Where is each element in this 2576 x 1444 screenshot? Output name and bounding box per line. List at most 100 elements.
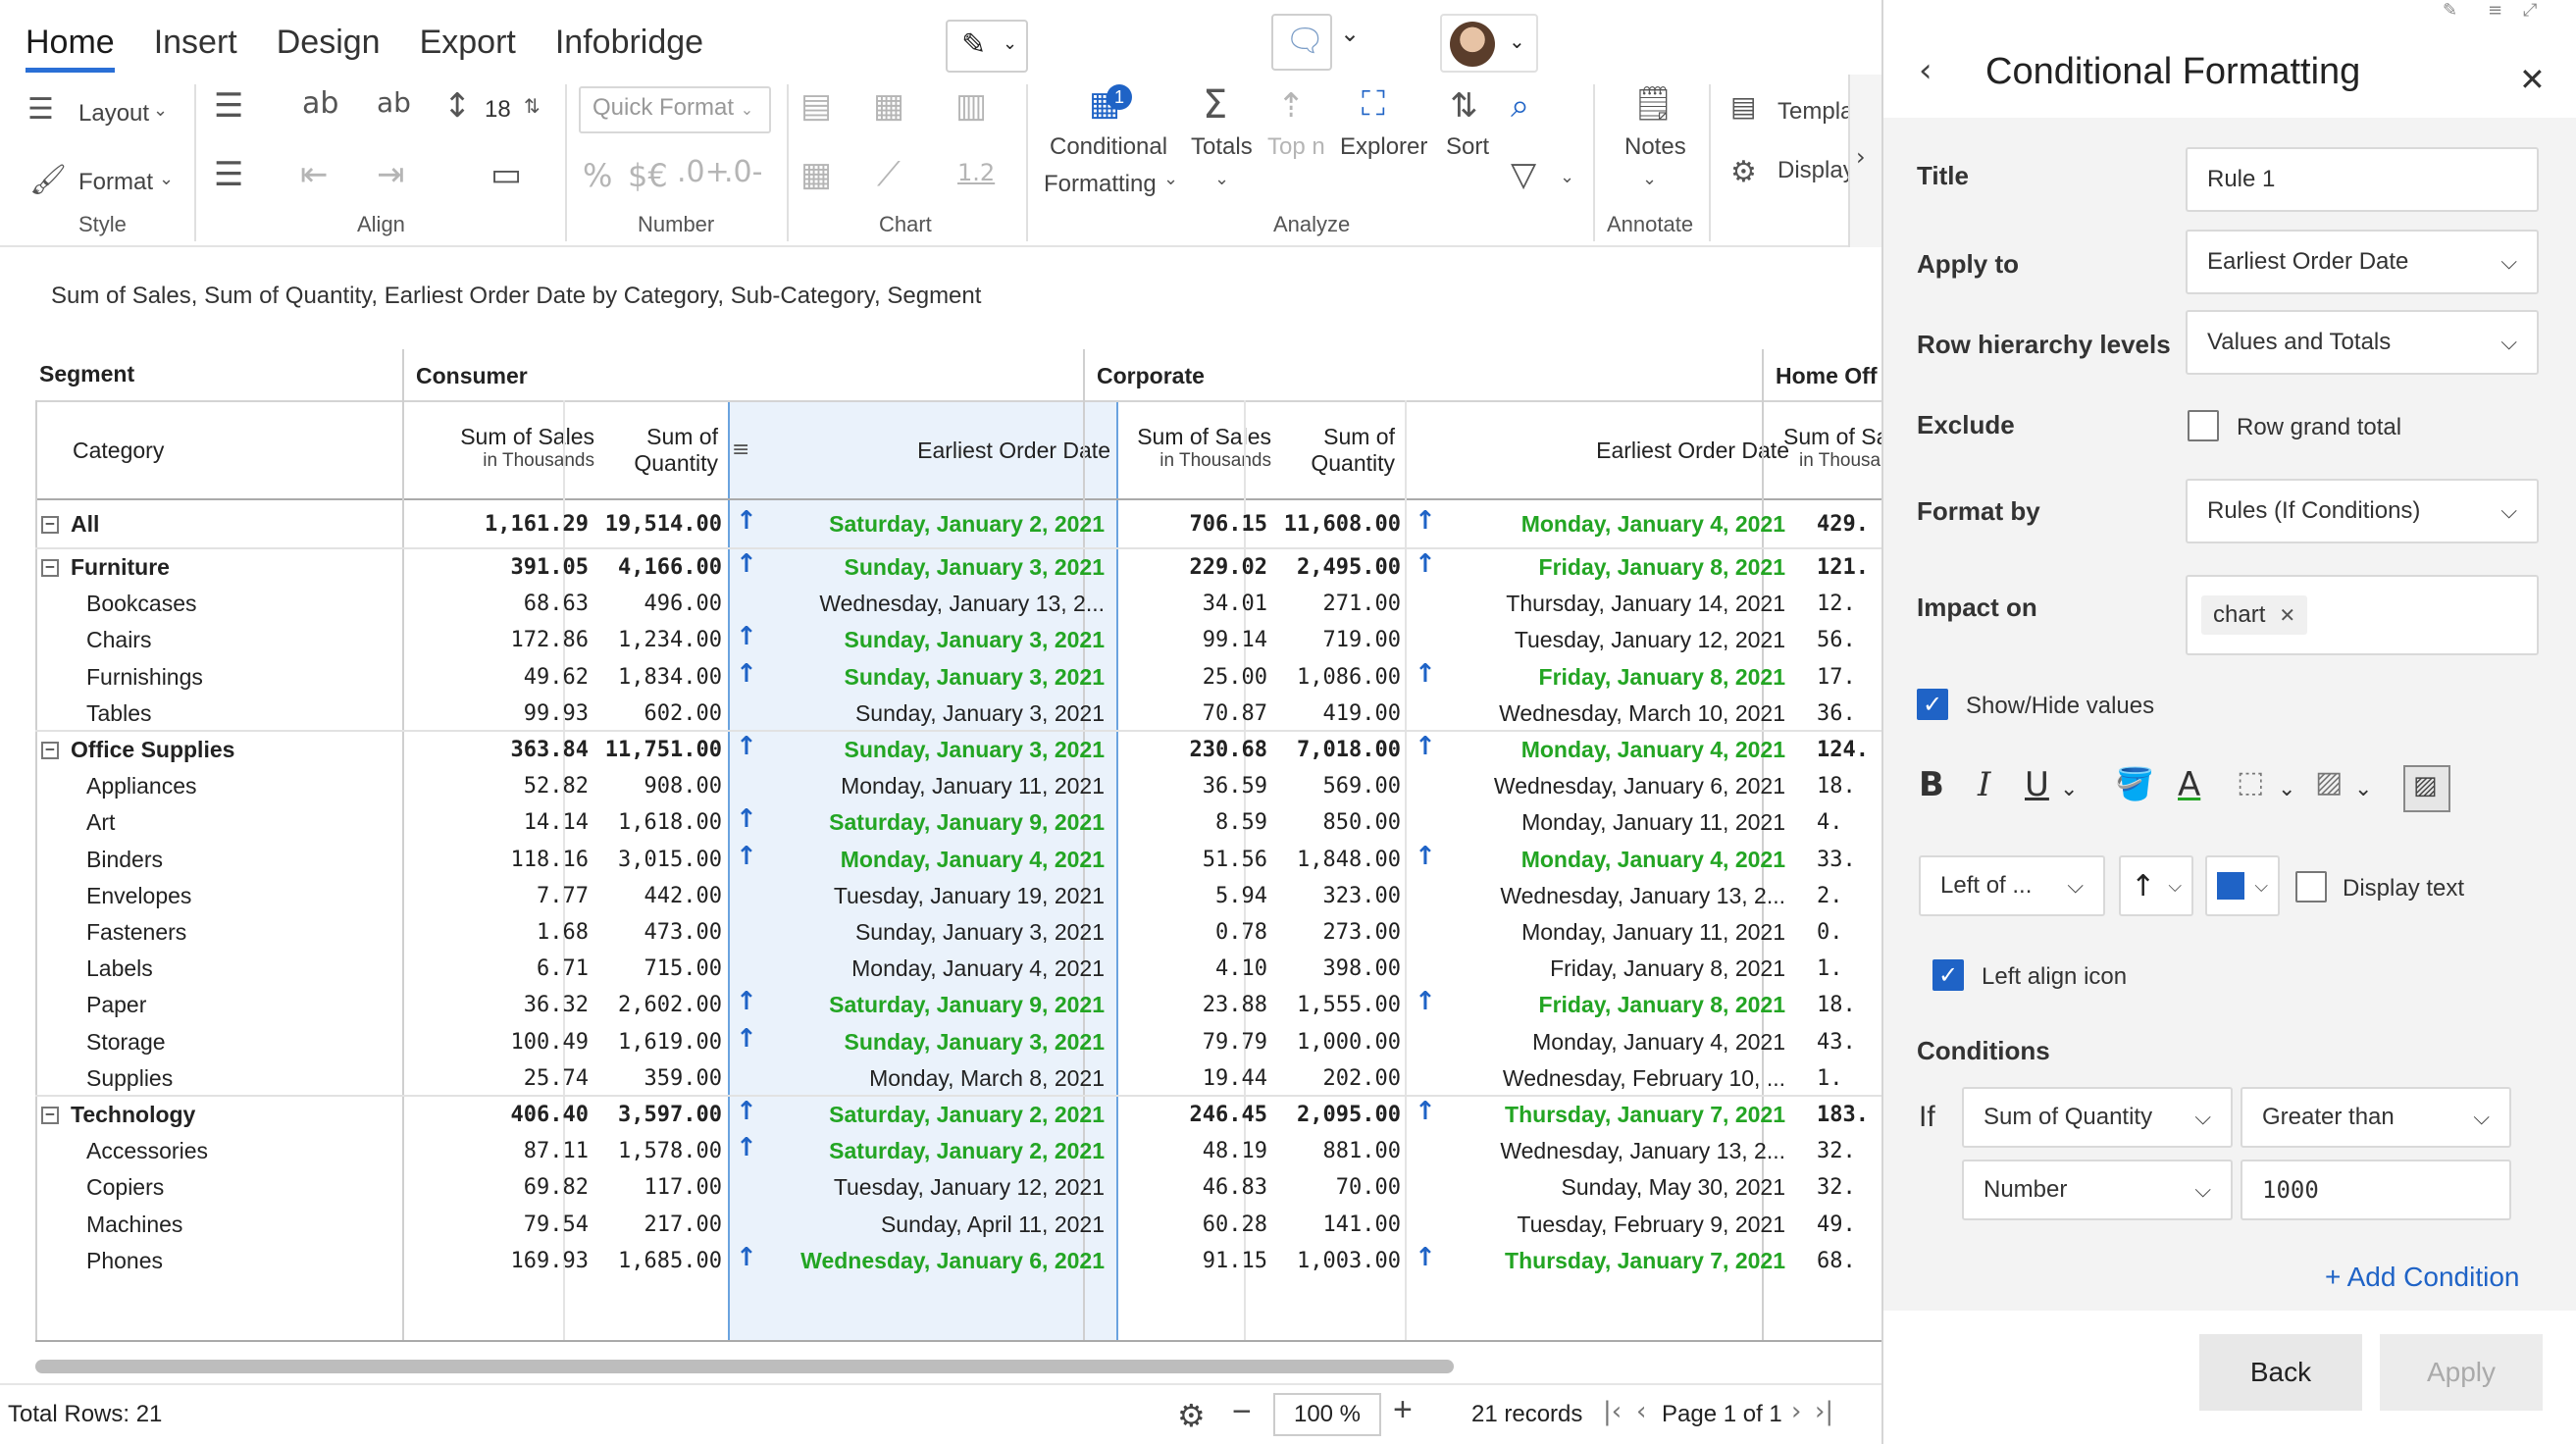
layout-button[interactable]: Layout [78, 100, 149, 128]
title-input[interactable]: Rule 1 [2186, 147, 2539, 212]
consumer-qty-cell[interactable]: 473.00 [569, 914, 722, 951]
home-office-sales-cell[interactable]: 18. [1766, 768, 1881, 804]
shrink-text-icon[interactable]: ab [377, 86, 411, 119]
template-button[interactable]: Templa [1777, 98, 1853, 126]
wrap-text-icon[interactable]: ab [302, 86, 338, 121]
corporate-date-cell[interactable]: Monday, January 11, 2021 [1409, 804, 1785, 841]
home-office-sales-cell[interactable]: 2. [1766, 878, 1881, 914]
chart-value-button[interactable]: 1.2 [957, 159, 995, 186]
segment-corporate[interactable]: Corporate [1097, 363, 1205, 389]
corporate-date-cell[interactable]: Wednesday, January 13, 2... [1409, 1133, 1785, 1169]
corporate-date-cell[interactable]: Friday, January 8, 2021 [1409, 951, 1785, 987]
condition-field-dropdown[interactable]: Sum of Quantity ⌵ [1962, 1087, 2233, 1148]
add-condition-link[interactable]: + Add Condition [2325, 1262, 2520, 1293]
font-color-icon[interactable]: A [2178, 765, 2200, 804]
collapse-icon[interactable]: − [41, 1106, 59, 1124]
corporate-date-cell[interactable]: Thursday, January 7, 2021 [1409, 1243, 1785, 1279]
consumer-qty-cell[interactable]: 1,685.00 [569, 1243, 722, 1279]
corporate-sales-cell[interactable]: 0.78 [1087, 914, 1267, 951]
chart-layout-icon[interactable]: ▥ [955, 86, 987, 126]
font-size-input[interactable]: 18 [473, 90, 523, 129]
left-align-icon-checkbox[interactable]: ✓ [1932, 959, 1964, 991]
table-row[interactable]: Accessories 87.11 1,578.00 Saturday, Januar… [35, 1133, 1881, 1169]
row-label[interactable]: Envelopes [86, 878, 400, 914]
table-row[interactable]: − Furniture 391.05 4,166.00 Sunday, January … [35, 549, 1881, 586]
home-office-sales-cell[interactable]: 12. [1766, 586, 1881, 622]
consumer-date-header[interactable]: Earliest Order Date [742, 438, 1110, 464]
consumer-sales-cell[interactable]: 36.32 [408, 987, 589, 1023]
consumer-qty-cell[interactable]: 359.00 [569, 1060, 722, 1097]
quick-format-dropdown[interactable]: Quick Format ⌄ [579, 86, 771, 133]
corporate-qty-cell[interactable]: 569.00 [1248, 768, 1401, 804]
gear-icon[interactable]: ⚙ [1177, 1397, 1206, 1434]
consumer-date-cell[interactable]: Sunday, January 3, 2021 [732, 914, 1105, 951]
collapse-icon[interactable]: − [41, 515, 59, 534]
corporate-date-cell[interactable]: Thursday, January 14, 2021 [1409, 586, 1785, 622]
indent-icon[interactable]: ⇥ [377, 155, 405, 194]
pattern-icon[interactable]: ▨ [2315, 765, 2343, 799]
search-icon[interactable]: ⌕ [1511, 86, 1529, 126]
consumer-date-cell[interactable]: Saturday, January 9, 2021 [732, 987, 1105, 1023]
consumer-qty-cell[interactable]: 715.00 [569, 951, 722, 987]
corporate-qty-cell[interactable]: 881.00 [1248, 1133, 1401, 1169]
conditional-formatting-button[interactable]: Conditional [1050, 133, 1167, 161]
display-button[interactable]: Display [1777, 157, 1855, 184]
corporate-date-cell[interactable]: Friday, January 8, 2021 [1409, 987, 1785, 1023]
table-row[interactable]: Machines 79.54 217.00 Sunday, April 11, 202… [35, 1207, 1881, 1243]
corporate-sales-cell[interactable]: 60.28 [1087, 1207, 1267, 1243]
tab-home[interactable]: Home [26, 24, 115, 73]
corporate-sales-cell[interactable]: 706.15 [1087, 506, 1267, 542]
consumer-sales-cell[interactable]: 49.62 [408, 659, 589, 696]
borders-icon[interactable]: ⬚ [2237, 765, 2264, 799]
home-office-sales-cell[interactable]: 49. [1766, 1207, 1881, 1243]
row-label[interactable]: Accessories [86, 1133, 400, 1169]
chart-line-icon[interactable]: ⟋ [877, 155, 901, 194]
consumer-date-cell[interactable]: Monday, March 8, 2021 [732, 1060, 1105, 1097]
row-label[interactable]: Appliances [86, 768, 400, 804]
corporate-qty-header[interactable]: Sum of Quantity [1262, 424, 1395, 477]
consumer-date-cell[interactable]: Sunday, January 3, 2021 [732, 1024, 1106, 1060]
condition-type-dropdown[interactable]: Number ⌵ [1962, 1160, 2233, 1220]
corporate-qty-cell[interactable]: 1,086.00 [1248, 659, 1401, 696]
corporate-qty-cell[interactable]: 419.00 [1248, 696, 1401, 732]
corporate-qty-cell[interactable]: 271.00 [1248, 586, 1401, 622]
table-row[interactable]: Binders 118.16 3,015.00 Monday, January 4, … [35, 842, 1881, 878]
impact-chip[interactable]: chart ✕ [2201, 595, 2308, 635]
corporate-date-cell[interactable]: Friday, January 8, 2021 [1409, 659, 1785, 696]
consumer-sales-cell[interactable]: 7.77 [408, 878, 589, 914]
top-n-button[interactable]: Top n [1267, 133, 1325, 161]
row-label[interactable]: Chairs [86, 622, 400, 658]
impact-on-field[interactable]: chart ✕ [2186, 575, 2539, 655]
consumer-qty-cell[interactable]: 117.00 [569, 1169, 722, 1206]
home-office-sales-cell[interactable]: 18. [1766, 987, 1881, 1023]
row-label[interactable]: − All [41, 506, 355, 542]
consumer-sales-cell[interactable]: 1,161.29 [408, 506, 589, 542]
consumer-qty-cell[interactable]: 1,834.00 [569, 659, 722, 696]
corporate-date-cell[interactable]: Monday, January 11, 2021 [1409, 914, 1785, 951]
collapse-icon[interactable]: − [41, 558, 59, 577]
underline-button[interactable]: U [2025, 765, 2049, 804]
row-label[interactable]: Copiers [86, 1169, 400, 1206]
consumer-qty-cell[interactable]: 442.00 [569, 878, 722, 914]
row-label[interactable]: − Furniture [41, 549, 355, 586]
corporate-sales-cell[interactable]: 25.00 [1087, 659, 1267, 696]
corporate-qty-cell[interactable]: 719.00 [1248, 622, 1401, 658]
corporate-sales-cell[interactable]: 70.87 [1087, 696, 1267, 732]
corporate-sales-cell[interactable]: 48.19 [1087, 1133, 1267, 1169]
show-hide-values-checkbox[interactable]: ✓ [1917, 689, 1948, 720]
consumer-qty-cell[interactable]: 496.00 [569, 586, 722, 622]
consumer-sales-cell[interactable]: 14.14 [408, 804, 589, 841]
consumer-sales-cell[interactable]: 391.05 [408, 549, 589, 586]
table-row[interactable]: Furnishings 49.62 1,834.00 Sunday, January … [35, 659, 1881, 696]
row-label[interactable]: Tables [86, 696, 400, 732]
consumer-sales-cell[interactable]: 406.40 [408, 1097, 589, 1133]
corporate-sales-cell[interactable]: 23.88 [1087, 987, 1267, 1023]
align-center-icon[interactable]: ☰ [214, 155, 243, 194]
row-label[interactable]: Machines [86, 1207, 400, 1243]
corporate-qty-cell[interactable]: 1,555.00 [1248, 987, 1401, 1023]
chevron-down-icon[interactable]: ⌄ [2354, 777, 2372, 801]
consumer-date-cell[interactable]: Wednesday, January 6, 2021 [732, 1243, 1105, 1279]
currency-button[interactable]: $€ [628, 157, 668, 194]
chart-table-icon[interactable]: ▦ [800, 155, 832, 194]
segment-consumer[interactable]: Consumer [416, 363, 528, 389]
